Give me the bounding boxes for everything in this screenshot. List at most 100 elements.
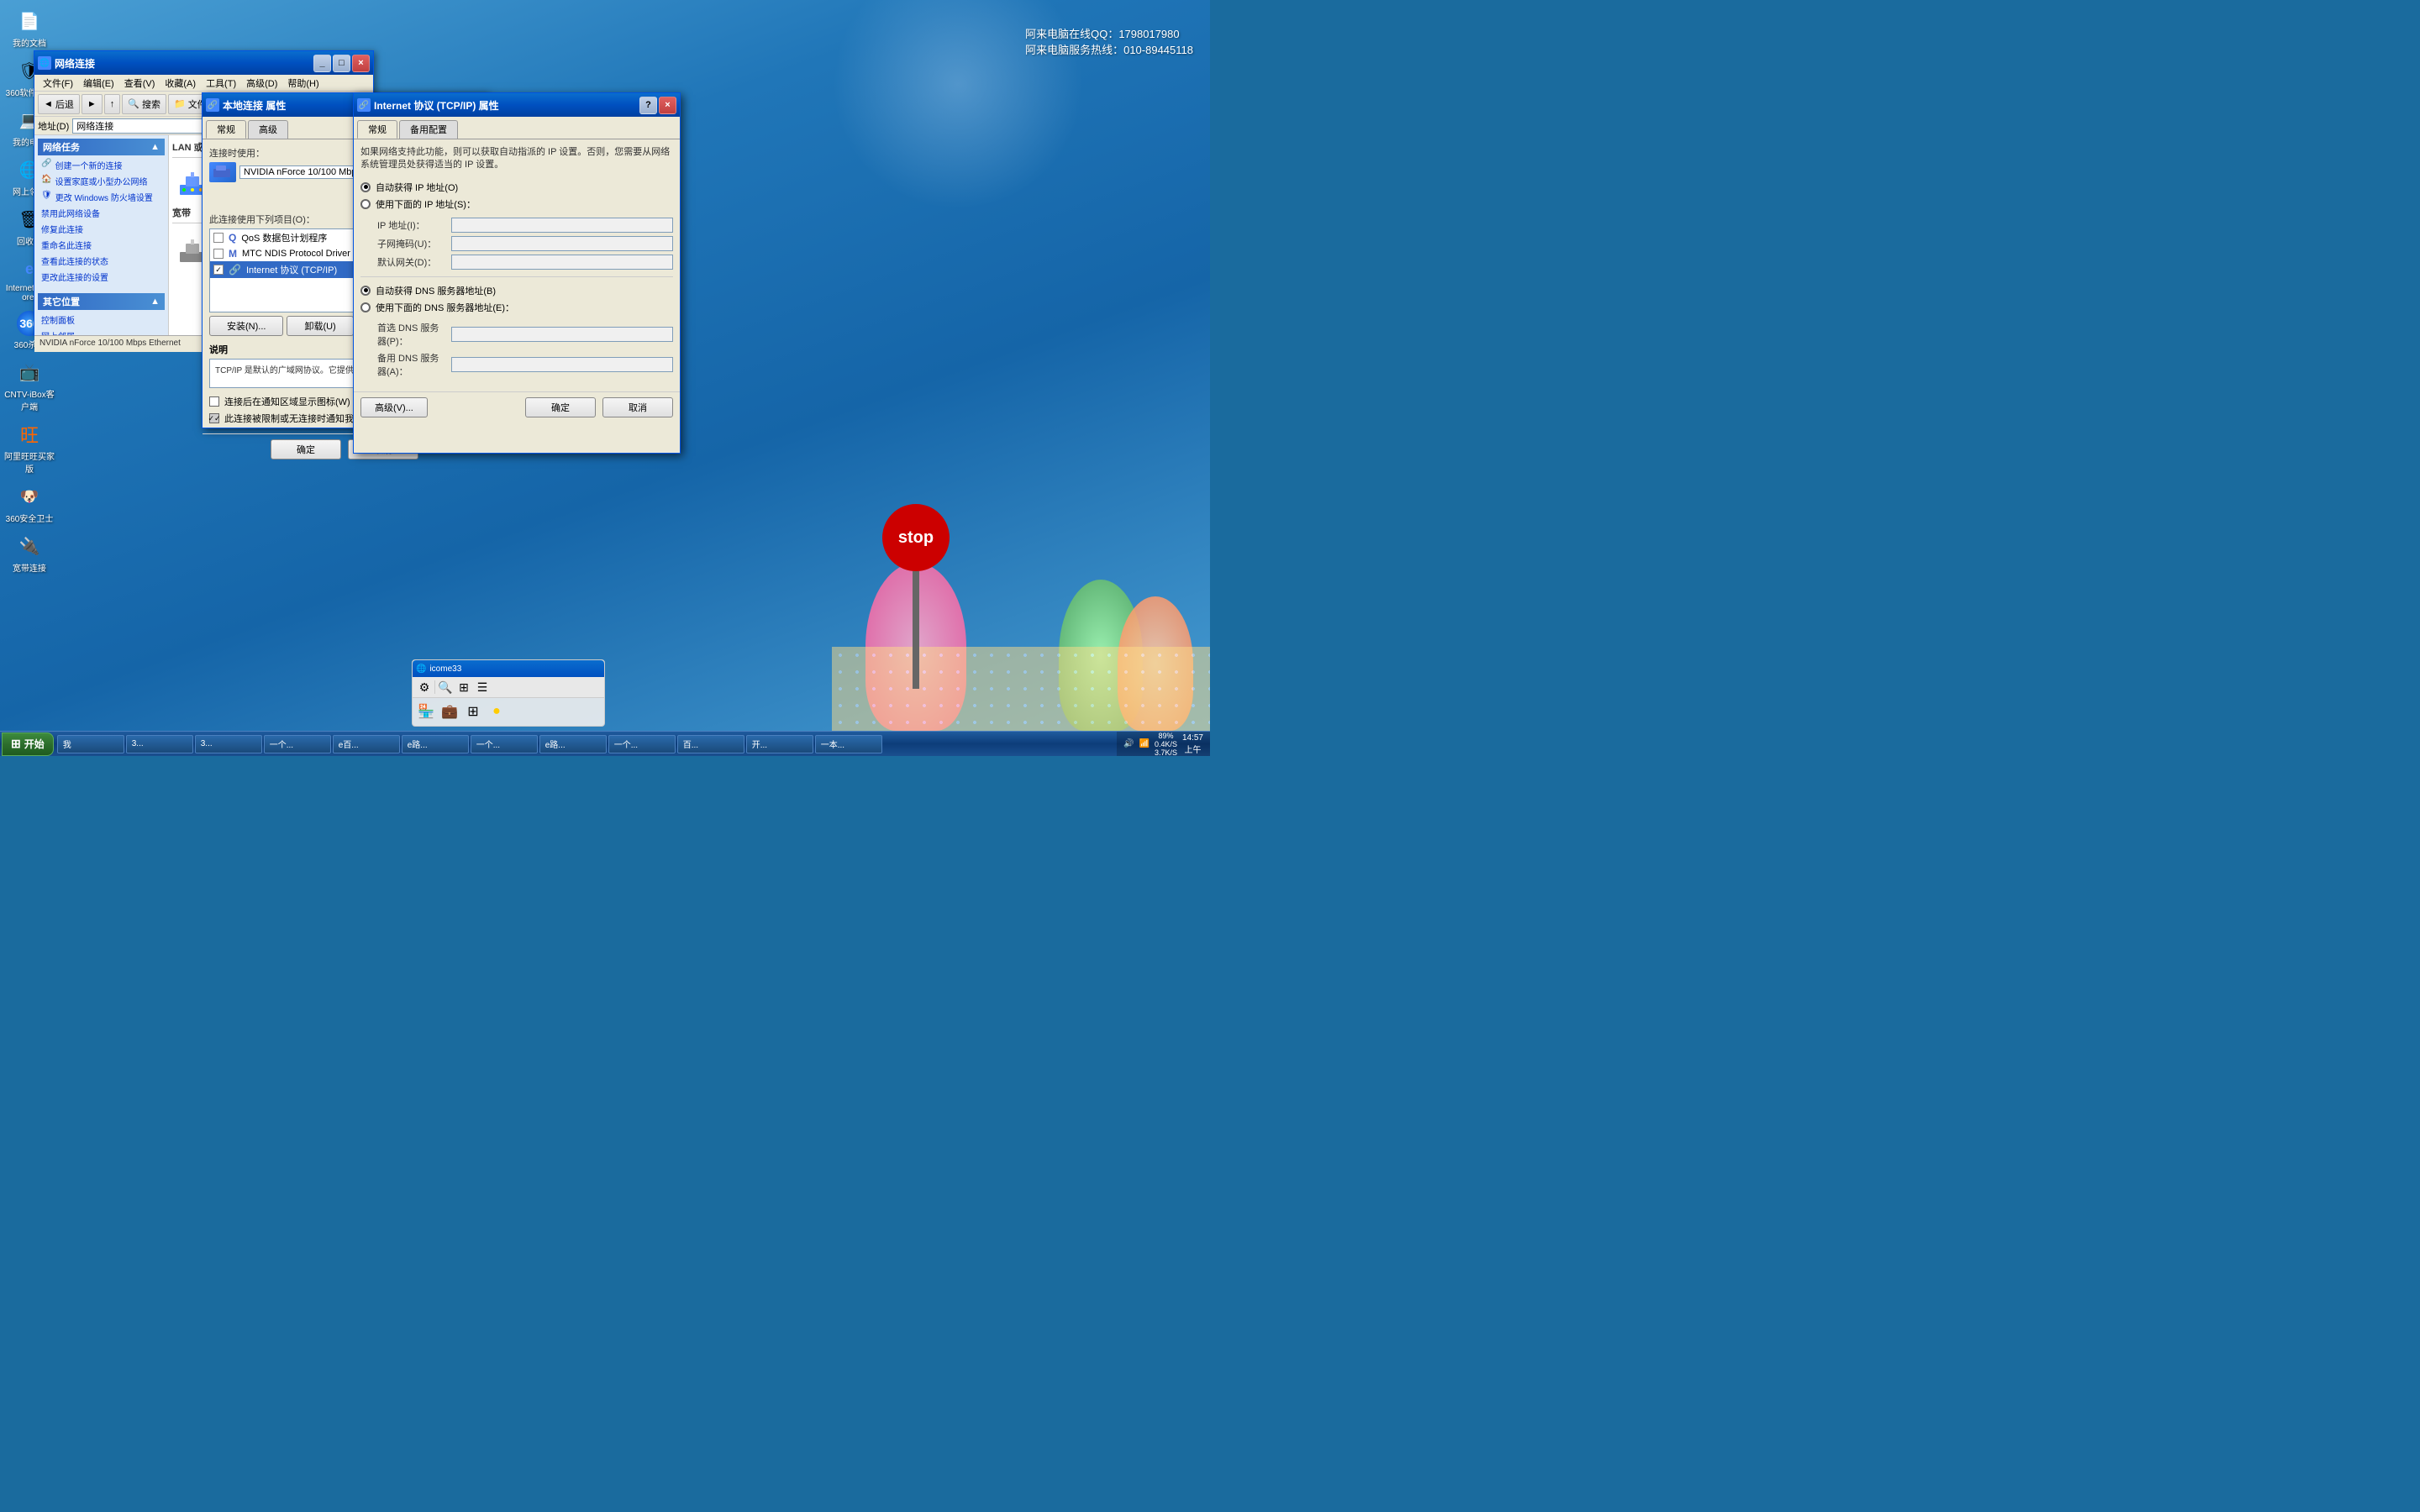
menu-help[interactable]: 帮助(H): [282, 76, 324, 91]
notify-icon-checkbox[interactable]: [209, 396, 219, 407]
taskbar-item-5[interactable]: e路...: [402, 735, 469, 753]
network-minimize-button[interactable]: _: [313, 55, 331, 72]
widget-list-icon[interactable]: ☰: [474, 679, 491, 696]
tcp-icon: 🔗: [229, 264, 241, 276]
taskbar-item-10[interactable]: 开...: [746, 735, 813, 753]
sidebar-link-disable[interactable]: 禁用此网络设备: [41, 205, 161, 221]
icon-my-doc[interactable]: 📄 我的文档: [3, 4, 56, 52]
auto-dns-radio-btn[interactable]: [360, 286, 371, 296]
sidebar-link-status[interactable]: 查看此连接的状态: [41, 253, 161, 269]
taskbar-item-2[interactable]: 3...: [195, 735, 262, 753]
broadband-label: 宽带连接: [13, 561, 46, 574]
tcp-controls: ? ×: [639, 97, 676, 114]
taskbar-item-3[interactable]: 一个...: [264, 735, 331, 753]
menu-edit[interactable]: 编辑(E): [78, 76, 119, 91]
sidebar-link-home-net[interactable]: 🏠 设置家庭或小型办公网络: [41, 173, 161, 189]
menu-favorites[interactable]: 收藏(A): [160, 76, 201, 91]
tcp-help-button[interactable]: ?: [639, 97, 657, 114]
auto-ip-radio[interactable]: 自动获得 IP 地址(O): [360, 181, 673, 194]
sidebar-link-change[interactable]: 更改此连接的设置: [41, 269, 161, 285]
manual-ip-radio-btn[interactable]: [360, 199, 371, 209]
tcp-close-button[interactable]: ×: [659, 97, 676, 114]
widget-search-icon[interactable]: 🔍: [437, 679, 454, 696]
taskbar-item-1[interactable]: 3...: [126, 735, 193, 753]
widget-settings-icon[interactable]: ⚙: [416, 679, 433, 696]
360safe-label: 360安全卫士: [6, 512, 54, 524]
network-window-title: 网络连接: [55, 56, 310, 71]
icon-alipai[interactable]: 旺 阿里旺旺买家版: [3, 417, 56, 478]
menu-advanced[interactable]: 高级(D): [241, 76, 282, 91]
menu-tools[interactable]: 工具(T): [201, 76, 241, 91]
tab-advanced[interactable]: 高级: [248, 120, 288, 139]
gateway-input[interactable]: [451, 255, 673, 270]
qos-checkbox[interactable]: [213, 233, 224, 243]
icon-broadband[interactable]: 🔌 宽带连接: [3, 529, 56, 577]
sidebar-link-repair[interactable]: 修复此连接: [41, 221, 161, 237]
subnet-label: 子网掩码(U)：: [377, 237, 445, 250]
alternate-dns-input[interactable]: [451, 357, 673, 372]
360safe-icon: 🐶: [16, 483, 43, 510]
up-button[interactable]: ↑: [104, 94, 121, 114]
ip-address-input[interactable]: [451, 218, 673, 233]
sidebar-other-content: 控制面板 网上邻居 我的文档 我的电脑: [38, 310, 165, 335]
local-conn-ok-button[interactable]: 确定: [271, 439, 341, 459]
taskbar-item-9[interactable]: 百...: [677, 735, 744, 753]
uninstall-button[interactable]: 卸载(U): [287, 316, 353, 336]
taskbar-item-11[interactable]: 一本...: [815, 735, 882, 753]
widget-briefcase-icon[interactable]: 💼: [439, 701, 460, 722]
tcp-tab-general[interactable]: 常规: [357, 120, 397, 139]
net-down: 3.7K/S: [1155, 748, 1177, 757]
auto-ip-radio-btn[interactable]: [360, 182, 371, 192]
icon-360safe[interactable]: 🐶 360安全卫士: [3, 480, 56, 528]
tcp-cancel-button[interactable]: 取消: [602, 397, 673, 417]
sidebar-link-firewall[interactable]: 🛡 更改 Windows 防火墙设置: [41, 189, 161, 205]
manual-dns-radio[interactable]: 使用下面的 DNS 服务器地址(E)：: [360, 301, 673, 314]
taskbar-item-7[interactable]: e路...: [539, 735, 607, 753]
network-close-button[interactable]: ×: [352, 55, 370, 72]
sidebar-link-neighbor[interactable]: 网上邻居: [41, 328, 161, 335]
alipai-icon: 旺: [16, 421, 43, 448]
tcp-checkbox[interactable]: [213, 265, 224, 275]
subnet-input[interactable]: [451, 236, 673, 251]
taskbar-item-8[interactable]: 一个...: [608, 735, 676, 753]
back-button[interactable]: ◄ 后退: [38, 94, 80, 114]
primary-dns-input[interactable]: [451, 327, 673, 342]
sidebar-link-rename[interactable]: 重命名此连接: [41, 237, 161, 253]
sidebar-tasks-title[interactable]: 网络任务 ▲: [38, 139, 165, 155]
widget-grid-icon[interactable]: ⊞: [455, 679, 472, 696]
tcp-tab-alternate[interactable]: 备用配置: [399, 120, 458, 139]
up-icon: ↑: [110, 99, 115, 109]
manual-ip-radio[interactable]: 使用下面的 IP 地址(S)：: [360, 197, 673, 211]
sidebar-link-new-conn[interactable]: 🔗 创建一个新的连接: [41, 157, 161, 173]
mtc-label: MTC NDIS Protocol Driver: [242, 249, 350, 259]
sidebar-link-control[interactable]: 控制面板: [41, 312, 161, 328]
menu-file[interactable]: 文件(F): [38, 76, 78, 91]
widget-title: icome33: [429, 664, 461, 674]
start-button[interactable]: ⊞ 开始: [2, 732, 54, 756]
tcp-ok-button[interactable]: 确定: [525, 397, 596, 417]
tcp-advanced-button[interactable]: 高级(V)...: [360, 397, 428, 417]
taskbar-item-4[interactable]: e百...: [333, 735, 400, 753]
widget-icons-row: 🏪 💼 ⊞ ●: [413, 698, 604, 725]
widget-yellow-icon[interactable]: ●: [487, 701, 507, 722]
menu-view[interactable]: 查看(V): [119, 76, 160, 91]
sidebar-other-title[interactable]: 其它位置 ▲: [38, 293, 165, 310]
ip-address-label: IP 地址(I)：: [377, 218, 445, 232]
manual-dns-radio-btn[interactable]: [360, 302, 371, 312]
auto-dns-radio[interactable]: 自动获得 DNS 服务器地址(B): [360, 284, 673, 297]
widget-grid2-icon[interactable]: ⊞: [463, 701, 483, 722]
tray-time: 14:57 上午: [1182, 733, 1203, 755]
network-maximize-button[interactable]: □: [333, 55, 350, 72]
taskbar-item-0[interactable]: 我: [57, 735, 124, 753]
search-button[interactable]: 🔍 搜索: [122, 94, 166, 114]
tab-general[interactable]: 常规: [206, 120, 246, 139]
icon-iptv[interactable]: 📺 CNTV-iBox客户端: [3, 355, 56, 416]
notify-disconnect-checkbox[interactable]: ✓: [209, 413, 219, 423]
back-icon: ◄: [44, 99, 53, 109]
widget-taobao-icon[interactable]: 🏪: [416, 701, 436, 722]
taskbar-item-6[interactable]: 一个...: [471, 735, 538, 753]
mtc-checkbox[interactable]: [213, 249, 224, 259]
install-button[interactable]: 安装(N)...: [209, 316, 283, 336]
collapse-icon: ▲: [150, 142, 160, 152]
forward-button[interactable]: ►: [82, 94, 103, 114]
